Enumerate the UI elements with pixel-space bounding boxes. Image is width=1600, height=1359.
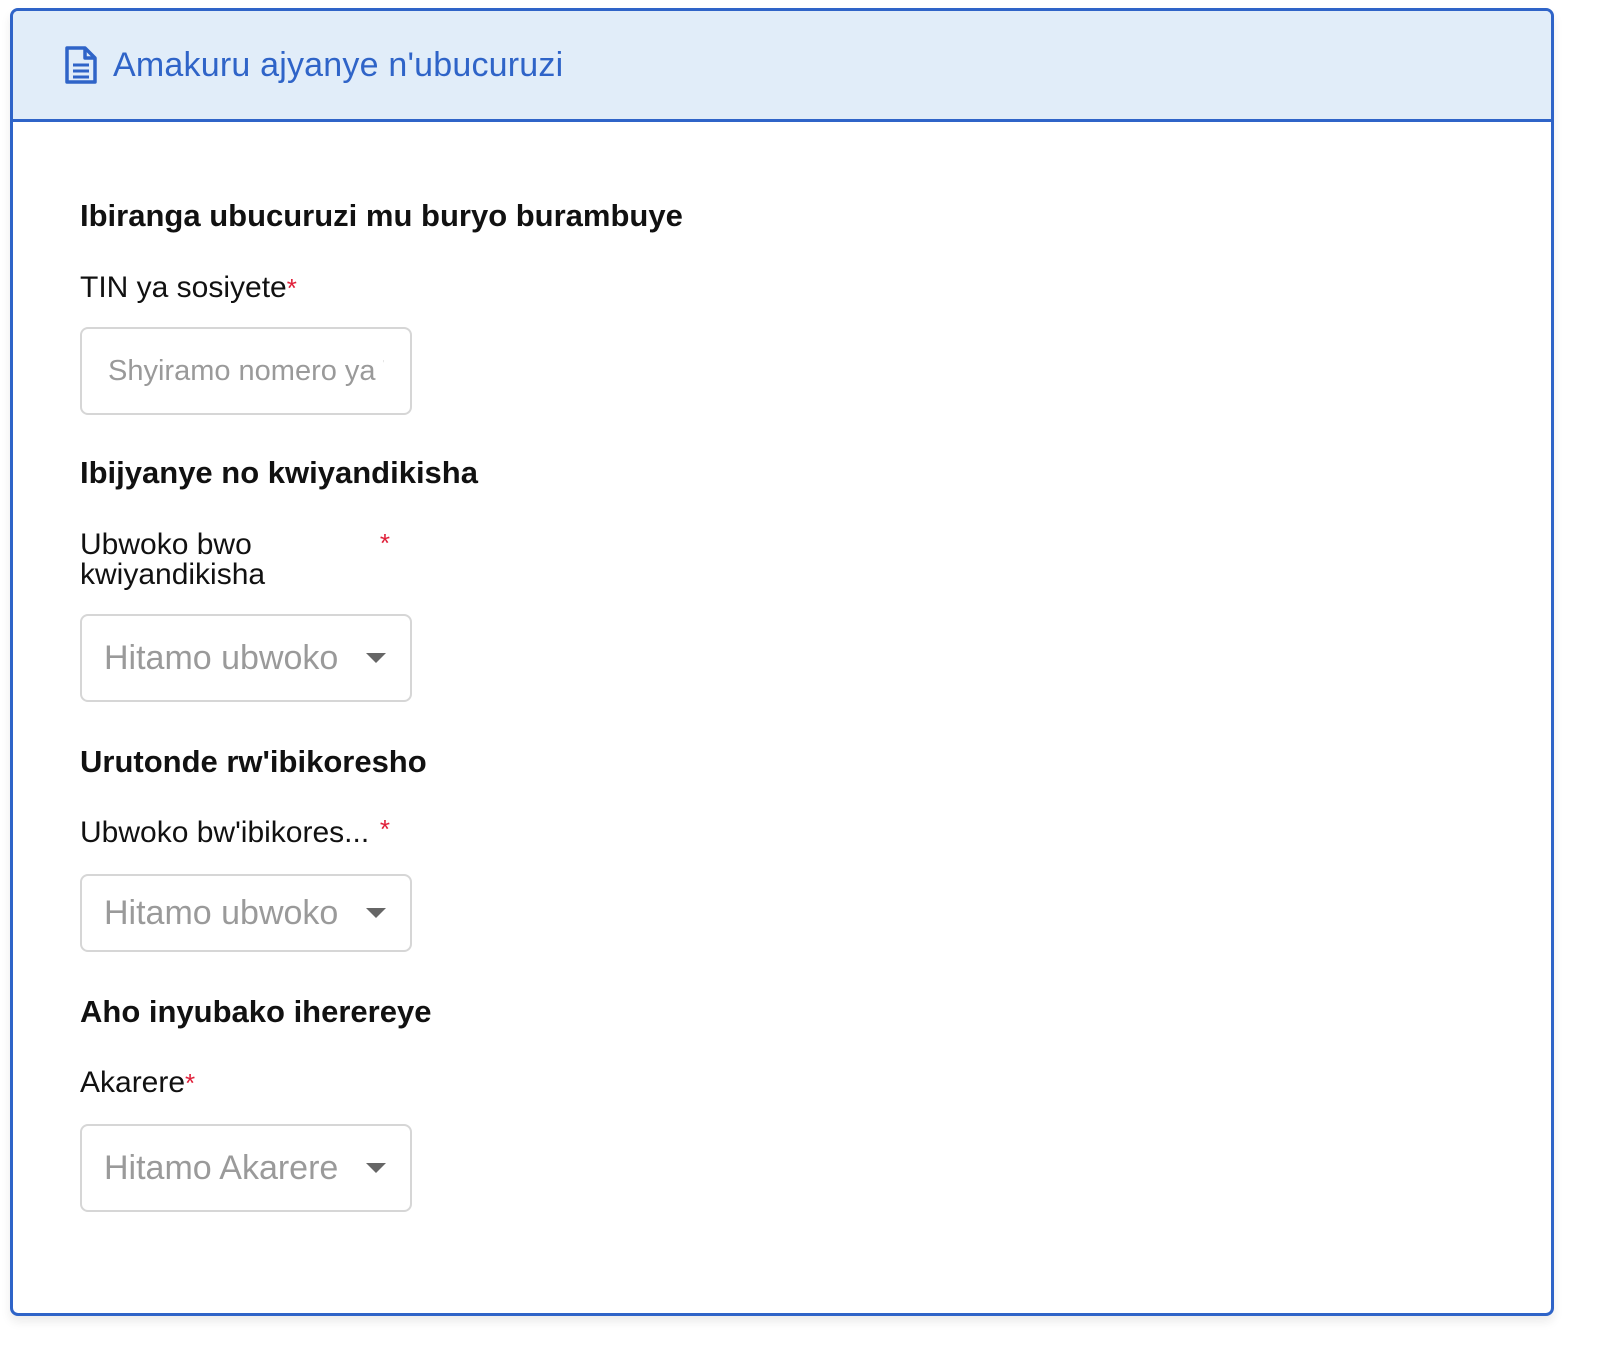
district-label: Akarere* (80, 1066, 392, 1099)
section-title-building-location: Aho inyubako iherereye (80, 994, 432, 1029)
required-mark: * (379, 528, 390, 558)
section-title-equipment-list: Urutonde rw'ibikoresho (80, 744, 427, 779)
registration-type-label-line1: Ubwoko bwo (80, 528, 252, 561)
tin-label-text: TIN ya sosiyete (80, 271, 287, 304)
required-mark: * (379, 814, 390, 844)
chevron-down-icon (366, 908, 386, 918)
card-header: Amakuru ajyanye n'ubucuruzi (13, 11, 1551, 122)
card-title: Amakuru ajyanye n'ubucuruzi (113, 45, 564, 84)
required-mark: * (185, 1068, 196, 1098)
district-selected: Hitamo Akarere (104, 1148, 339, 1187)
district-label-text: Akarere (80, 1066, 186, 1099)
chevron-down-icon (366, 1163, 386, 1173)
registration-type-select[interactable]: Hitamo ubwoko (80, 614, 412, 702)
registration-type-selected: Hitamo ubwoko (104, 638, 339, 677)
business-info-card: Amakuru ajyanye n'ubucuruzi Ibiranga ubu… (10, 8, 1554, 1316)
document-icon (63, 45, 99, 85)
registration-type-label-line2: kwiyandikisha (80, 558, 266, 591)
registration-type-label: Ubwoko bwo kwiyandikisha * (80, 528, 392, 590)
required-mark: * (286, 273, 297, 303)
form-body: Ibiranga ubucuruzi mu buryo burambuye TI… (13, 122, 1551, 1212)
tin-label: TIN ya sosiyete* (80, 271, 392, 304)
section-title-business-details: Ibiranga ubucuruzi mu buryo burambuye (80, 198, 683, 233)
district-select[interactable]: Hitamo Akarere (80, 1124, 412, 1212)
equipment-type-selected: Hitamo ubwoko (104, 893, 339, 932)
equipment-type-select[interactable]: Hitamo ubwoko (80, 874, 412, 952)
equipment-type-label-text: Ubwoko bw'ibikores... (80, 816, 370, 849)
tin-input[interactable] (80, 327, 412, 415)
equipment-type-label: Ubwoko bw'ibikores... * (80, 814, 392, 849)
section-title-registration: Ibijyanye no kwiyandikisha (80, 455, 478, 490)
chevron-down-icon (366, 653, 386, 663)
